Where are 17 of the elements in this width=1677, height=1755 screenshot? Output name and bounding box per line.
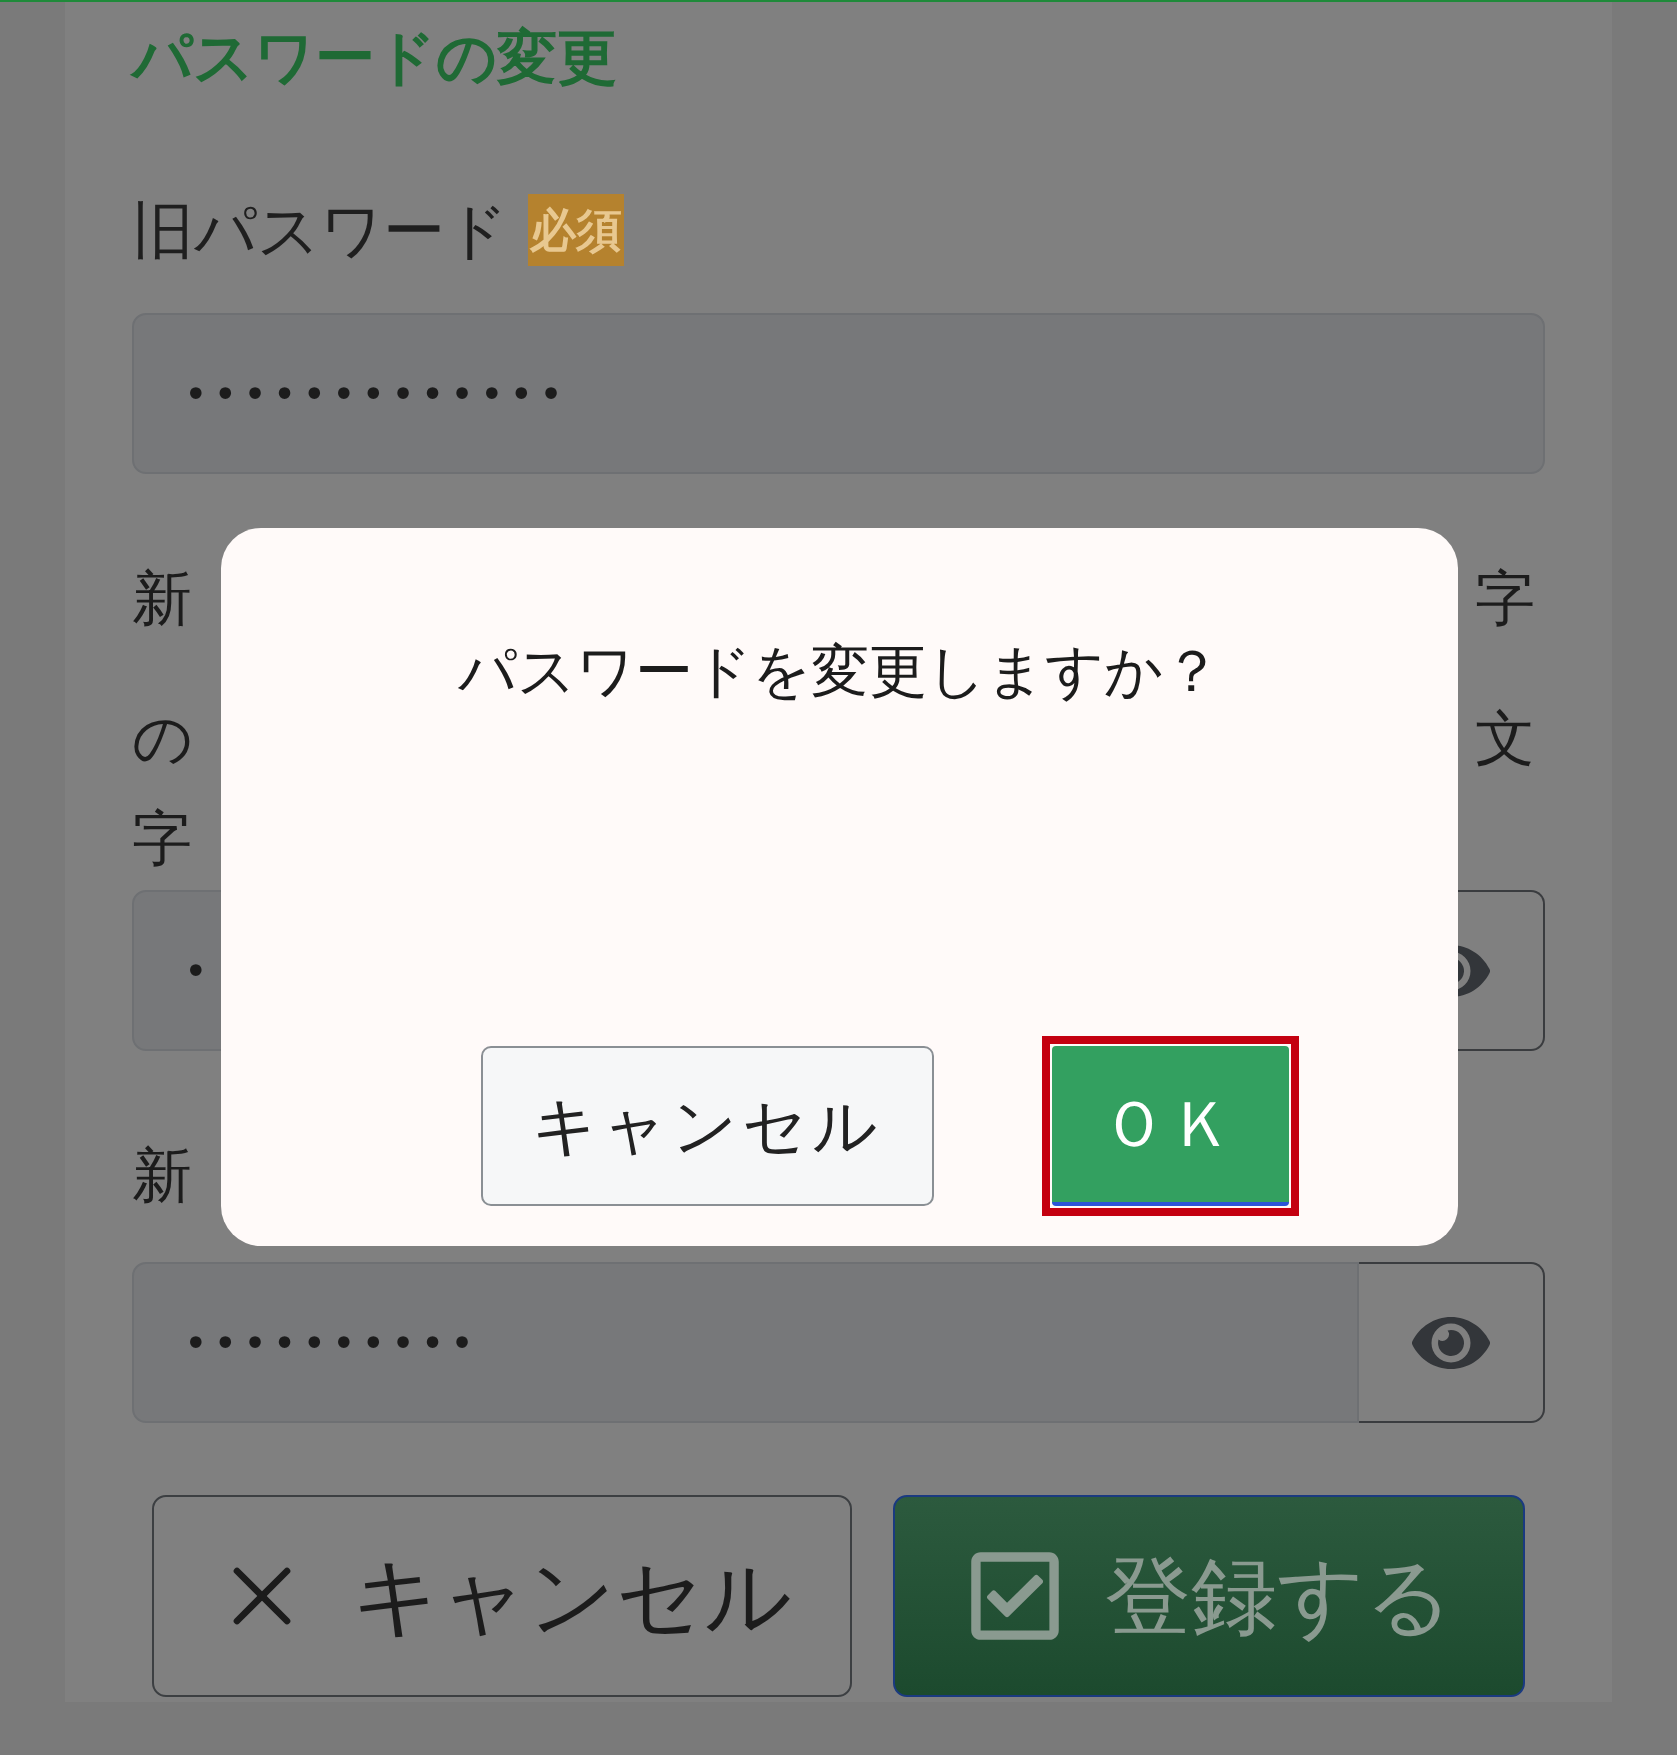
field-label: 字	[132, 802, 192, 875]
required-badge: 必須	[528, 194, 624, 266]
field-label: 旧パスワード	[132, 192, 508, 269]
dialog-message: パスワードを変更しますか？	[458, 636, 1221, 707]
ok-button[interactable]: ＯＫ	[1051, 1046, 1289, 1206]
field-label: 文	[1475, 702, 1535, 775]
field-label: 字	[1475, 562, 1535, 635]
cancel-button[interactable]: キャンセル	[480, 1046, 934, 1206]
field-label: 新	[132, 1139, 192, 1212]
page-title: パスワードの変更	[132, 21, 618, 94]
field-label: の	[132, 702, 193, 775]
show-password-button[interactable]	[1359, 1262, 1545, 1423]
field-label: 新	[132, 562, 192, 635]
password-field[interactable]: ••••••••••	[132, 1262, 1359, 1423]
register-button[interactable]: 登録する	[893, 1495, 1525, 1697]
cancel-button[interactable]: キャンセル	[152, 1495, 852, 1697]
password-field[interactable]: •••••••••••••	[132, 313, 1545, 474]
